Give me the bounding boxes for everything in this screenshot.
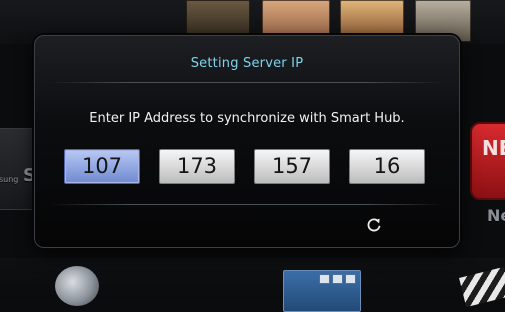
satellite-dish-icon <box>55 266 99 306</box>
netflix-logo-text: NE <box>482 136 505 160</box>
refresh-icon[interactable] <box>365 216 383 234</box>
window-app-icon <box>283 270 361 312</box>
window-controls <box>319 274 356 284</box>
instruction-text: Enter IP Address to synchronize with Sma… <box>89 111 405 126</box>
ip-octet-1-field[interactable]: 107 <box>64 149 140 184</box>
ip-octet-4-field[interactable]: 16 <box>349 149 425 184</box>
footer-divider <box>49 204 445 205</box>
netflix-label: Ne <box>487 206 505 225</box>
ip-octet-2-field[interactable]: 173 <box>159 149 235 184</box>
dialog-title: Setting Server IP <box>190 56 304 71</box>
maximize-icon <box>332 274 343 284</box>
samsung-small-text: sung <box>0 175 19 184</box>
close-icon <box>345 274 356 284</box>
ip-octet-3-field[interactable]: 157 <box>254 149 330 184</box>
setting-server-ip-dialog: Setting Server IP Enter IP Address to sy… <box>34 35 460 248</box>
title-divider <box>49 82 445 83</box>
minimize-icon <box>319 274 330 284</box>
netflix-tile: NE <box>470 122 505 200</box>
